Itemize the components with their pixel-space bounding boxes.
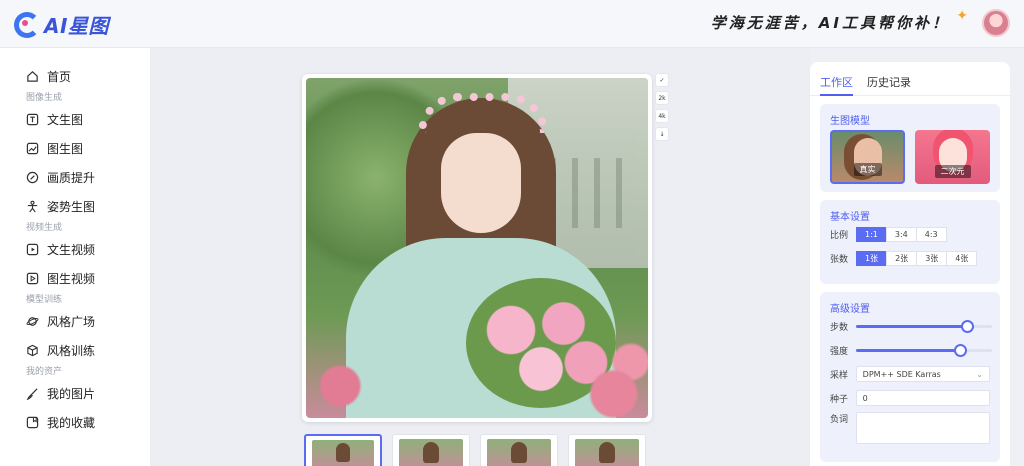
sidebar-item[interactable]: 风格训练	[0, 336, 150, 365]
tab-workspace[interactable]: 工作区	[820, 74, 853, 96]
thumbnail[interactable]	[480, 434, 558, 466]
negative-prompt-input[interactable]	[855, 412, 990, 444]
chevron-down-icon: ⌄	[976, 369, 983, 379]
sidebar-section-label: 视频生成	[26, 223, 63, 233]
basic-section-title: 基本设置	[830, 212, 870, 223]
sidebar-item[interactable]: 我的收藏	[0, 408, 150, 437]
quality-icon	[26, 171, 39, 184]
sidebar-item-label: 我的收藏	[47, 416, 96, 430]
count-option[interactable]: 4张	[946, 250, 978, 266]
text-video-icon	[26, 243, 39, 256]
canvas-area: ✓ 2k 4k ↓	[150, 48, 810, 466]
logo[interactable]: AI星图	[14, 10, 109, 39]
thumbnail[interactable]	[392, 434, 470, 466]
sidebar-item-label: 文生图	[47, 113, 84, 127]
ratio-option[interactable]: 3:4	[885, 226, 917, 242]
sidebar-item[interactable]: 画质提升	[0, 163, 150, 192]
check-tool-button[interactable]: ✓	[656, 74, 668, 86]
strength-slider-handle[interactable]	[954, 344, 968, 357]
sidebar-item-label: 首页	[47, 70, 72, 84]
model-real-label: 真实	[853, 163, 882, 176]
count-label: 张数	[830, 254, 849, 265]
sidebar-item[interactable]: 图生视频	[0, 264, 150, 293]
sidebar-section-label: 图像生成	[26, 93, 63, 103]
sidebar-item-label: 风格训练	[47, 344, 96, 358]
avatar[interactable]	[982, 9, 1010, 37]
sidebar-menu: 首页图像生成文生图图生图画质提升姿势生图视频生成文生视频图生视频模型训练风格广场…	[0, 48, 150, 437]
ratio-option[interactable]: 4:3	[915, 226, 947, 242]
download-icon[interactable]: ↓	[656, 128, 668, 140]
brush-icon	[26, 387, 39, 400]
sampler-label: 采样	[830, 370, 849, 381]
basic-settings-card: 基本设置 比例 1:1 3:4 4:3 张数 1张 2张 3张 4张	[820, 200, 1000, 284]
generated-image-frame	[302, 74, 652, 422]
sidebar-item[interactable]: 风格广场	[0, 307, 150, 336]
model-anime[interactable]: 二次元	[915, 130, 990, 184]
sampler-select[interactable]: DPM++ SDE Karras ⌄	[855, 366, 990, 382]
steps-label: 步数	[830, 322, 849, 333]
sidebar-item[interactable]: 首页	[0, 62, 150, 91]
thumbnail[interactable]	[304, 434, 382, 466]
home-icon	[26, 70, 39, 83]
planet-icon	[26, 315, 39, 328]
image-tools: ✓ 2k 4k ↓	[656, 74, 668, 140]
tab-history[interactable]: 历史记录	[867, 74, 911, 96]
sidebar-item-label: 图生视频	[47, 272, 96, 286]
sidebar-item-label: 姿势生图	[47, 200, 96, 214]
logo-text: AI星图	[44, 14, 109, 38]
image-image-icon	[26, 142, 39, 155]
seed-label: 种子	[830, 394, 849, 405]
advanced-settings-card: 高级设置 步数 强度 采样 DPM++ SDE Karras ⌄ 种子 0 负词	[820, 292, 1000, 462]
sidebar-item[interactable]: 文生视频	[0, 235, 150, 264]
upscale-2k-button[interactable]: 2k	[656, 92, 668, 104]
count-selector: 1张 2张 3张 4张	[856, 250, 978, 266]
sidebar-item[interactable]: 文生图	[0, 105, 150, 134]
ratio-selector: 1:1 3:4 4:3	[856, 226, 947, 242]
logo-icon	[14, 11, 40, 38]
upscale-4k-button[interactable]: 4k	[656, 110, 668, 122]
ratio-option[interactable]: 1:1	[856, 226, 887, 242]
strength-slider[interactable]	[855, 344, 992, 357]
thumbnail[interactable]	[568, 434, 646, 466]
count-option[interactable]: 3张	[916, 250, 948, 266]
model-section-title: 生图模型	[830, 116, 870, 127]
model-card: 生图模型 真实 二次元	[820, 104, 1000, 192]
cube-icon	[26, 344, 39, 357]
sidebar-item-label: 风格广场	[47, 315, 96, 329]
pose-icon	[26, 200, 39, 213]
sampler-value: DPM++ SDE Karras	[862, 369, 941, 379]
sidebar: 首页图像生成文生图图生图画质提升姿势生图视频生成文生视频图生视频模型训练风格广场…	[0, 48, 150, 466]
negative-label: 负词	[830, 415, 849, 425]
sidebar-section-label: 模型训练	[26, 295, 63, 305]
sidebar-item-label: 文生视频	[47, 243, 96, 257]
image-video-icon	[26, 272, 39, 285]
sidebar-item-label: 我的图片	[47, 387, 96, 401]
sidebar-item[interactable]: 我的图片	[0, 379, 150, 408]
panel-tabs: 工作区 历史记录	[810, 62, 1010, 96]
thumbnail-strip	[304, 434, 646, 466]
ratio-label: 比例	[830, 230, 849, 241]
advanced-section-title: 高级设置	[830, 304, 870, 315]
seed-input[interactable]: 0	[855, 390, 990, 406]
generated-image[interactable]	[306, 78, 648, 418]
strength-label: 强度	[830, 346, 849, 357]
bookmark-icon	[26, 416, 39, 429]
text-image-icon	[26, 113, 39, 126]
count-option[interactable]: 1张	[856, 250, 888, 266]
top-header: AI星图 学海无涯苦，AI工具帮你补！ ✦	[0, 0, 1024, 48]
sidebar-section-label: 我的资产	[26, 367, 63, 377]
sidebar-item-label: 画质提升	[47, 171, 96, 185]
steps-slider[interactable]	[855, 320, 992, 333]
count-option[interactable]: 2张	[886, 250, 918, 266]
model-real[interactable]: 真实	[830, 130, 905, 184]
slogan: 学海无涯苦，AI工具帮你补！	[710, 14, 950, 32]
sidebar-item[interactable]: 姿势生图	[0, 192, 150, 221]
steps-slider-handle[interactable]	[961, 320, 975, 333]
model-anime-label: 二次元	[934, 165, 971, 178]
sidebar-item[interactable]: 图生图	[0, 134, 150, 163]
sparkle-icon: ✦	[956, 8, 968, 24]
sidebar-item-label: 图生图	[47, 142, 84, 156]
settings-panel: 工作区 历史记录 生图模型 真实 二次元 基本设置 比例 1:1 3:4 4:3 张…	[810, 62, 1010, 466]
